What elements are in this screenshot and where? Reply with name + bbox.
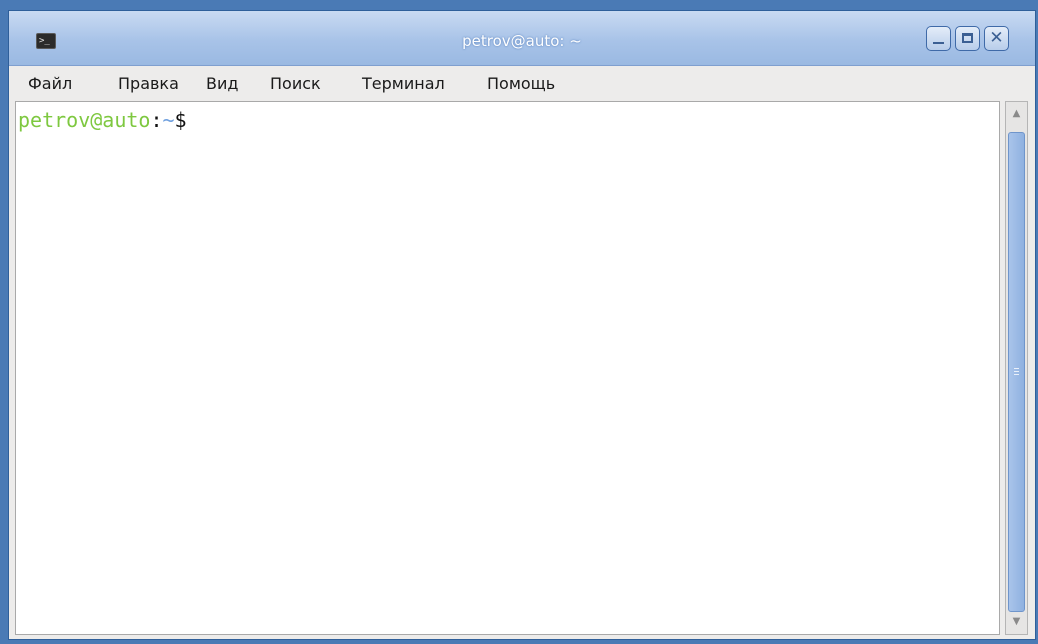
- menu-file[interactable]: Файл: [28, 74, 72, 93]
- scrollbar-thumb[interactable]: [1008, 132, 1025, 612]
- maximize-button[interactable]: [955, 26, 980, 51]
- prompt-colon: :: [150, 108, 163, 132]
- menu-edit[interactable]: Правка: [118, 74, 179, 93]
- title-bar[interactable]: >_ petrov@auto: ~ ✕: [9, 11, 1035, 66]
- grip-icon: [1014, 368, 1019, 376]
- prompt-symbol: $: [174, 108, 187, 132]
- prompt-user-host: petrov@auto: [18, 108, 151, 132]
- minimize-icon: [933, 42, 944, 44]
- menu-bar: Файл Правка Вид Поиск Терминал Помощь: [9, 66, 1035, 101]
- menu-help[interactable]: Помощь: [487, 74, 555, 93]
- terminal-window: >_ petrov@auto: ~ ✕ Файл Правка Вид Поис…: [8, 10, 1036, 640]
- scroll-down-icon[interactable]: ▼: [1006, 612, 1027, 632]
- minimize-button[interactable]: [926, 26, 951, 51]
- maximize-icon: [962, 33, 973, 43]
- close-icon: ✕: [989, 28, 1004, 48]
- prompt-path: ~: [162, 108, 175, 132]
- prompt-line: petrov@auto:~$: [18, 108, 187, 132]
- vertical-scrollbar[interactable]: ▲ ▼: [1005, 101, 1028, 635]
- menu-terminal[interactable]: Терминал: [362, 74, 445, 93]
- menu-view[interactable]: Вид: [206, 74, 238, 93]
- window-title: petrov@auto: ~: [462, 32, 582, 50]
- menu-search[interactable]: Поиск: [270, 74, 321, 93]
- terminal-output[interactable]: petrov@auto:~$: [15, 101, 1000, 635]
- close-button[interactable]: ✕: [984, 26, 1009, 51]
- scroll-up-icon[interactable]: ▲: [1006, 104, 1027, 124]
